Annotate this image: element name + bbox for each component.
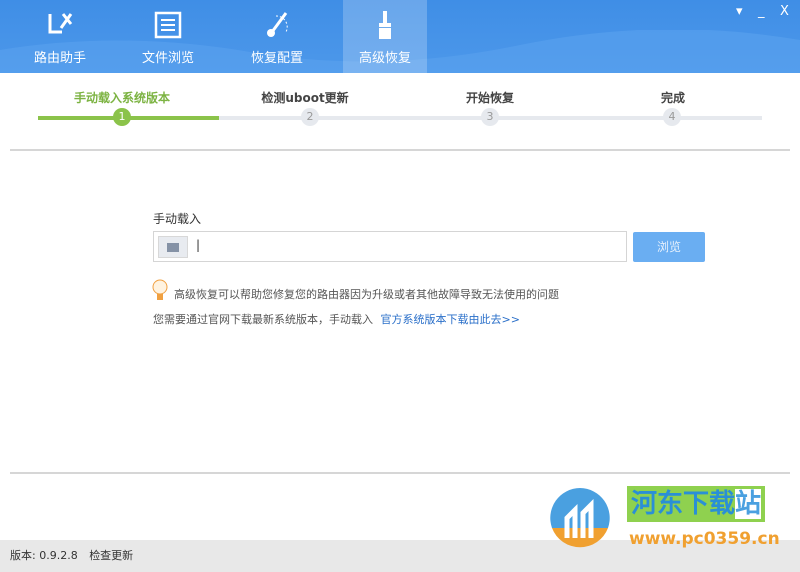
check-update-link[interactable]: 检查更新	[89, 549, 133, 562]
divider	[10, 472, 790, 474]
tab-label: 路由助手	[33, 51, 86, 66]
step-number: 2	[301, 108, 319, 126]
tab-restore-config[interactable]: 恢复配置	[235, 0, 319, 73]
tab-label: 恢复配置	[250, 51, 303, 66]
step-number: 1	[113, 108, 131, 126]
download-link[interactable]: 官方系统版本下载由此去>>	[381, 313, 520, 326]
step-number: 3	[481, 108, 499, 126]
menu-button[interactable]: ▾	[736, 4, 743, 19]
step-label: 完成	[660, 91, 686, 105]
watermark-emblem	[550, 488, 610, 548]
browse-button[interactable]: 浏览	[633, 232, 705, 262]
brush-icon	[267, 12, 288, 37]
step-label: 检测uboot更新	[261, 91, 349, 105]
lightbulb-icon	[152, 279, 168, 300]
tab-router-assistant[interactable]: 路由助手	[18, 0, 102, 73]
step-label: 手动载入系统版本	[73, 91, 171, 105]
tab-file-browse[interactable]: 文件浏览	[126, 0, 210, 73]
tab-label: 文件浏览	[141, 51, 194, 66]
input-value: |	[196, 238, 201, 252]
tools-icon	[48, 13, 73, 34]
tip-text: 高级恢复可以帮助您修复您的路由器因为升级或者其他故障导致无法使用的问题	[174, 288, 559, 301]
minimize-button[interactable]: _	[758, 4, 765, 19]
folder-icon	[158, 236, 188, 258]
header-bar: 路由助手 文件浏览 恢复配置 高级恢复 ▾ _ X	[0, 0, 800, 73]
version-text: 版本: 0.9.2.8	[10, 549, 78, 562]
divider	[10, 149, 790, 151]
file-path-input[interactable]: |	[153, 231, 627, 262]
tab-advanced-restore[interactable]: 高级恢复	[343, 0, 427, 73]
tab-label: 高级恢复	[358, 51, 411, 66]
step-label: 开始恢复	[465, 91, 515, 105]
step-number: 4	[663, 108, 681, 126]
broom-icon	[379, 11, 391, 39]
section-title: 手动载入	[153, 212, 202, 226]
close-button[interactable]: X	[780, 4, 789, 19]
watermark-logo: 河东下载站 www.pc0359.cn	[545, 483, 800, 563]
note-text: 您需要通过官网下载最新系统版本，手动载入	[153, 313, 373, 326]
list-icon	[154, 11, 182, 39]
